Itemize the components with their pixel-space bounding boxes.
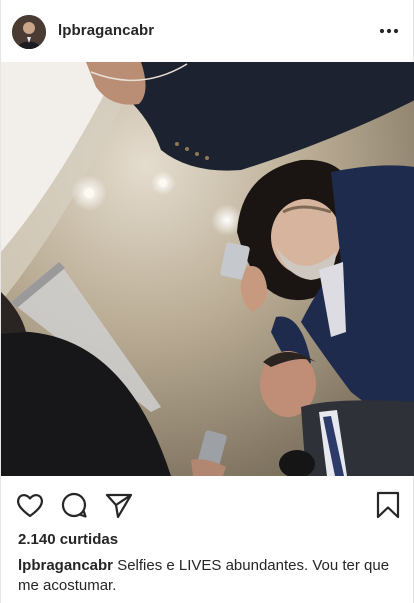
likes-count[interactable]: 2.140 curtidas — [18, 531, 118, 548]
comment-icon — [61, 492, 87, 518]
post-author-username[interactable]: lpbragancabr — [58, 22, 154, 39]
share-button[interactable] — [104, 490, 134, 520]
like-button[interactable] — [15, 490, 45, 520]
comment-button[interactable] — [59, 490, 89, 520]
bookmark-icon — [376, 491, 400, 519]
post-caption: lpbragancabr Selfies e LIVES abundantes.… — [18, 556, 398, 596]
more-options-icon — [379, 28, 399, 34]
share-icon — [105, 493, 133, 519]
avatar[interactable] — [12, 15, 46, 49]
post-header: lpbragancabr — [1, 0, 414, 62]
heart-icon — [17, 494, 43, 518]
save-button[interactable] — [373, 490, 403, 520]
post-actions-bar — [1, 480, 414, 526]
caption-username[interactable]: lpbragancabr — [18, 557, 113, 574]
post-photo[interactable] — [1, 62, 414, 476]
more-options-button[interactable] — [375, 18, 403, 44]
instagram-post: lpbragancabr 2.140 curtidas lpbragancabr… — [0, 0, 414, 603]
